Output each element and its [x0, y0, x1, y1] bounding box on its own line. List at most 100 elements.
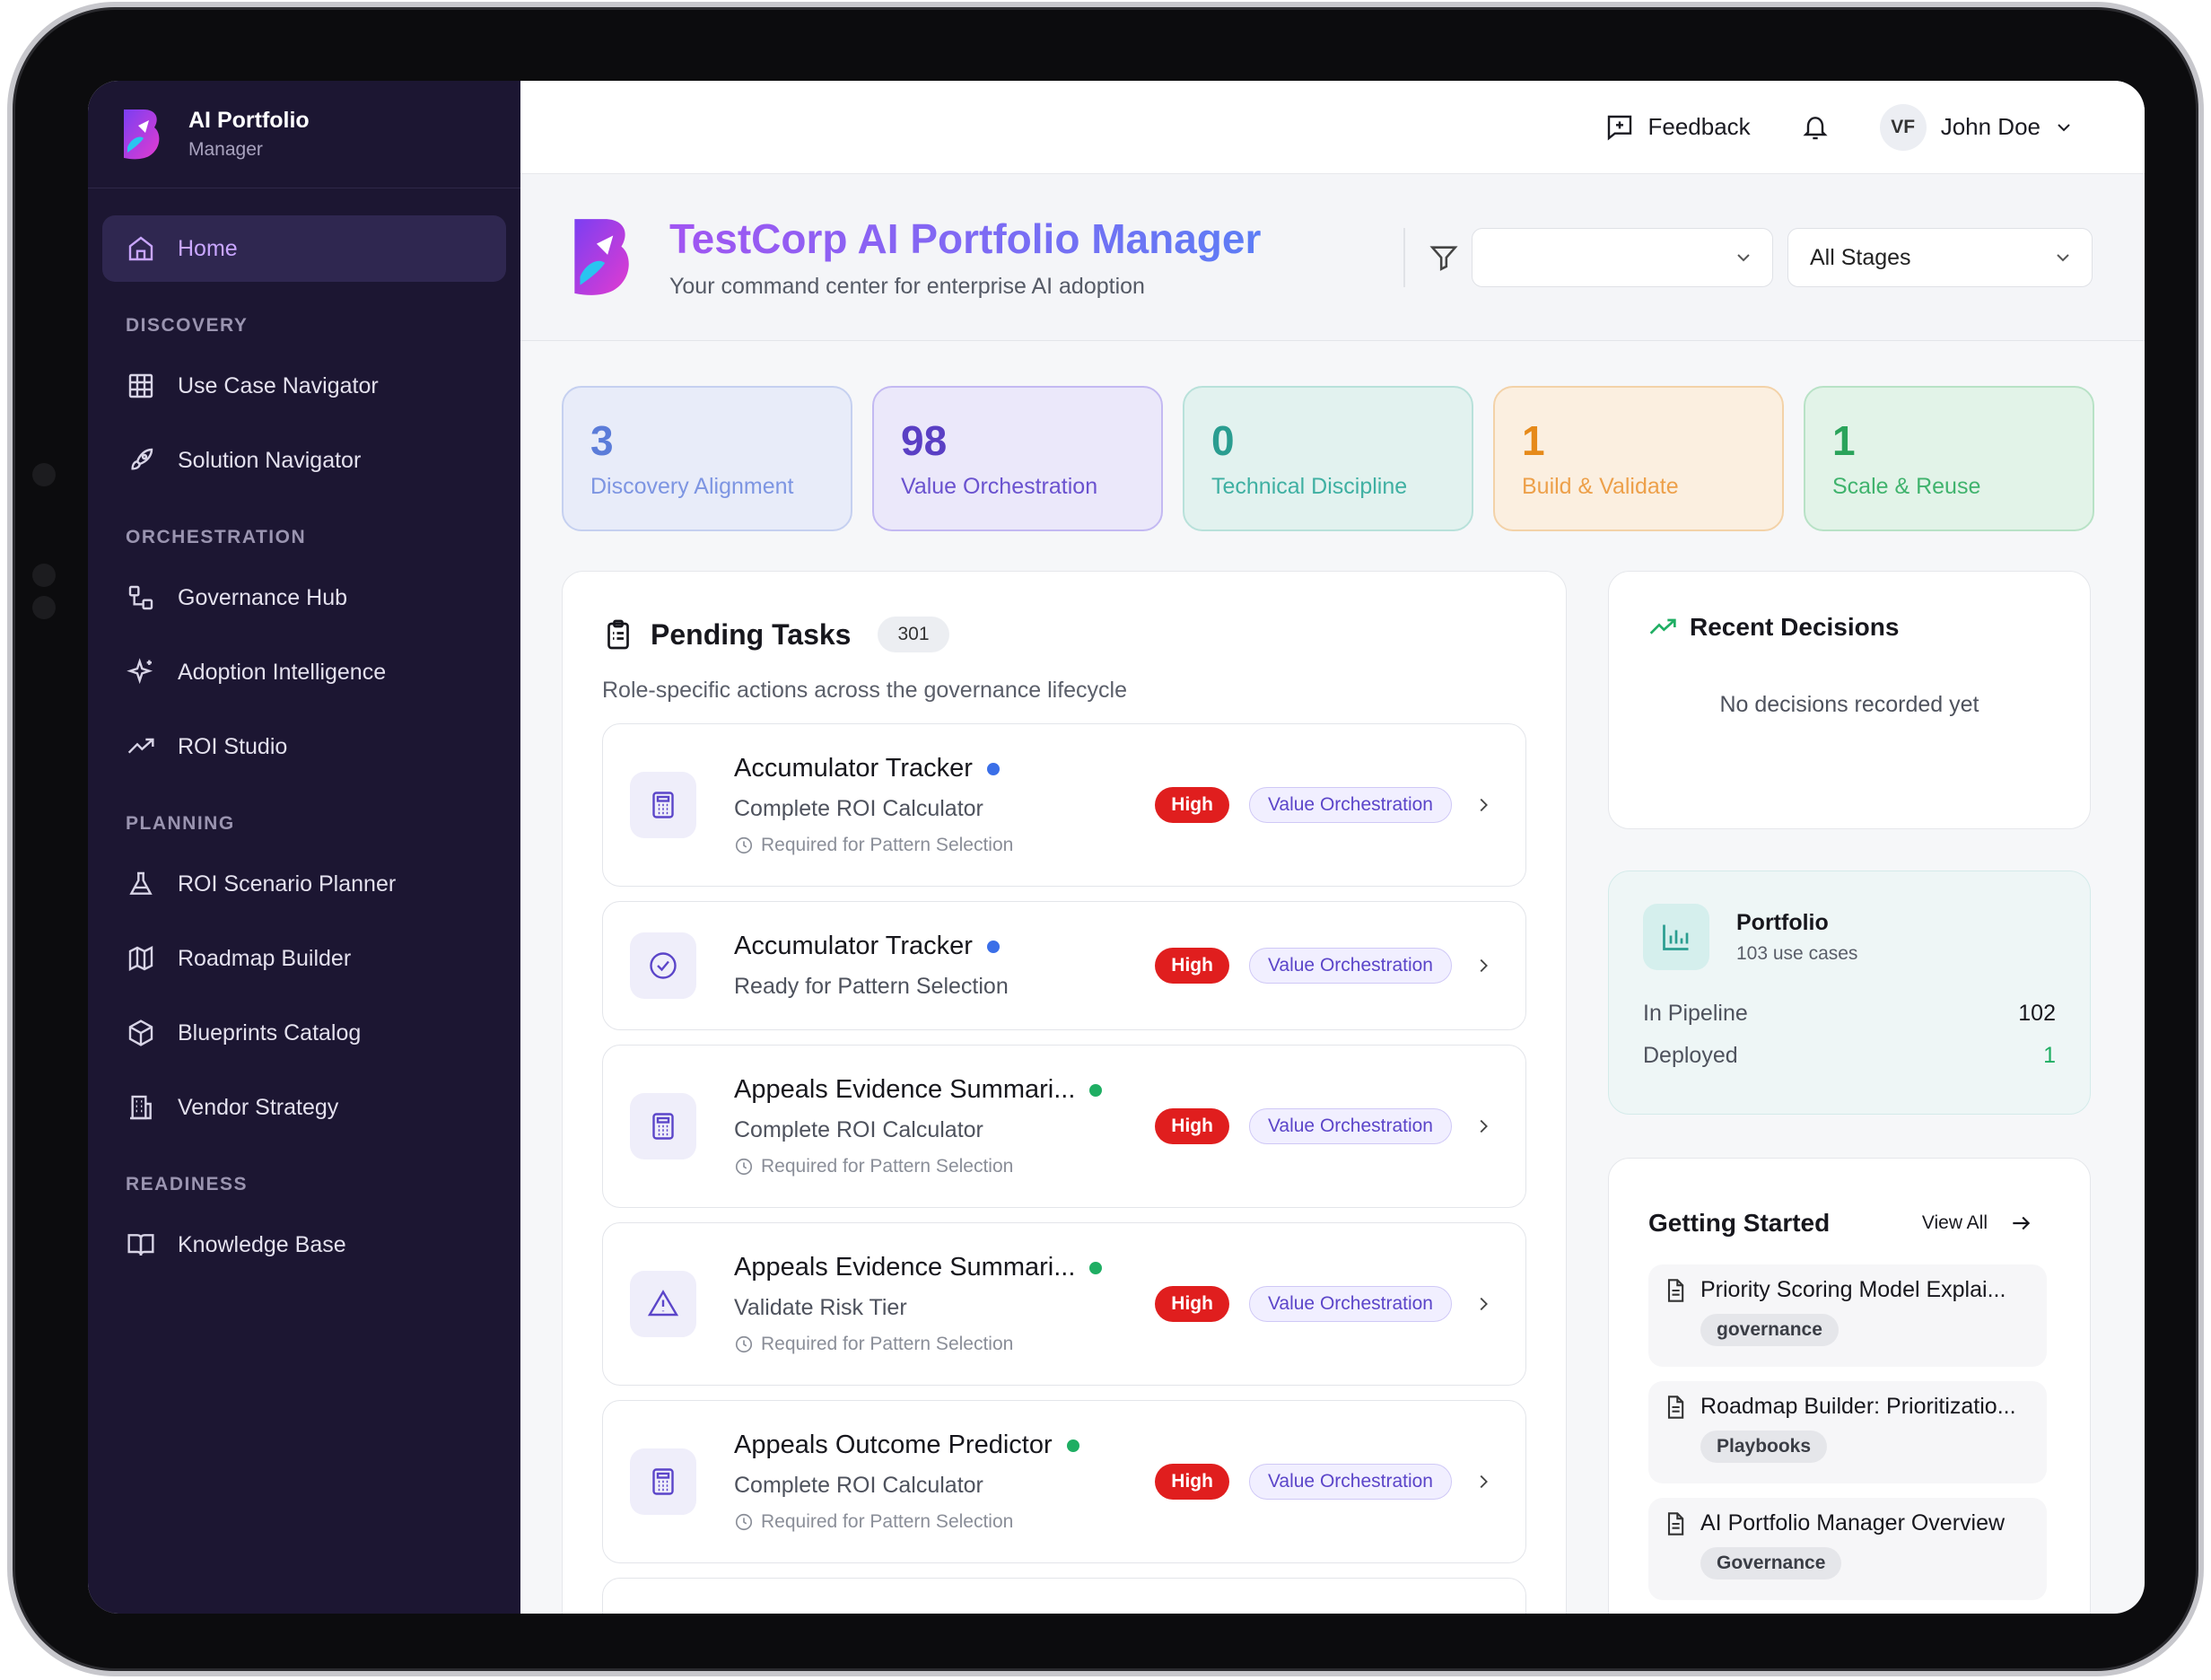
sidebar-item-roadmap-builder[interactable]: Roadmap Builder — [102, 925, 506, 992]
sidebar-item-label: Solution Navigator — [178, 447, 362, 473]
stat-label: Build & Validate — [1522, 474, 1679, 499]
file-text-icon — [1667, 1278, 1684, 1302]
brand-logo-icon — [124, 109, 160, 159]
chevron-right-icon — [1480, 1119, 1488, 1133]
page-title: TestCorp AI Portfolio Manager — [669, 215, 1262, 262]
status-dot — [1066, 1439, 1079, 1452]
status-dot — [1089, 1083, 1103, 1097]
calculator-icon — [630, 1448, 696, 1515]
page-header: TestCorp AI Portfolio Manager Your comma… — [520, 174, 2145, 341]
user-menu[interactable]: VF John Doe — [1879, 103, 2075, 151]
user-name: John Doe — [1940, 113, 2041, 140]
sidebar-item-roi-studio[interactable]: ROI Studio — [102, 713, 506, 780]
sidebar-item-vendor-strategy[interactable]: Vendor Strategy — [102, 1074, 506, 1141]
flask-icon — [126, 869, 156, 899]
sidebar-item-solution-navigator[interactable]: Solution Navigator — [102, 427, 506, 494]
task-name: Accumulator Tracker — [734, 754, 973, 783]
package-icon — [126, 1018, 156, 1048]
section-label-discovery: DISCOVERY — [126, 315, 249, 336]
stage-badge: Value Orchestration — [1248, 787, 1452, 823]
task-requirement: Required for Pattern Selection — [761, 1511, 1014, 1532]
sparkles-icon — [126, 657, 156, 687]
main-content: Feedback VF John Doe TestCorp AI Portfol… — [520, 81, 2145, 1614]
sidebar-item-label: Roadmap Builder — [178, 945, 352, 971]
sidebar-item-roi-scenario-planner[interactable]: ROI Scenario Planner — [102, 851, 506, 917]
deployed-label: Deployed — [1643, 1043, 1738, 1068]
task-step: Complete ROI Calculator — [734, 796, 983, 821]
stage-select-value: All Stages — [1810, 244, 1911, 270]
topbar: Feedback VF John Doe — [520, 81, 2145, 174]
sidebar-item-blueprints-catalog[interactable]: Blueprints Catalog — [102, 1000, 506, 1066]
task-requirement: Required for Pattern Selection — [761, 835, 1014, 855]
doc-item[interactable]: AI Portfolio Manager Overview Governance — [1648, 1498, 2047, 1600]
task-row[interactable]: Appeals Evidence Summari... Complete ROI… — [602, 1045, 1526, 1208]
stat-card-technical-discipline[interactable]: 0 Technical Discipline — [1183, 386, 1473, 531]
sidebar-nav: Home DISCOVERY Use Case Navigator Soluti… — [88, 188, 520, 1278]
clock-icon — [735, 1513, 753, 1531]
sidebar-item-home[interactable]: Home — [102, 215, 506, 282]
stat-value: 0 — [1211, 417, 1235, 464]
task-name: Appeals Evidence Summari... — [734, 1253, 1076, 1282]
stage-select[interactable]: All Stages — [1787, 228, 2093, 287]
stage-badge: Value Orchestration — [1248, 1286, 1452, 1322]
sidebar: AI Portfolio Manager Home DISCOVERY Use … — [88, 81, 520, 1614]
clock-icon — [735, 1335, 753, 1353]
sidebar-item-label: Use Case Navigator — [178, 372, 379, 398]
task-step: Complete ROI Calculator — [734, 1473, 983, 1498]
task-name: Accumulator Tracker — [734, 932, 973, 960]
portfolio-title: Portfolio — [1736, 909, 1829, 935]
check-circle-icon — [630, 932, 696, 999]
sidebar-item-use-case-navigator[interactable]: Use Case Navigator — [102, 353, 506, 419]
camera-dot — [32, 564, 56, 587]
sidebar-item-label: Adoption Intelligence — [178, 659, 387, 685]
feedback-button[interactable]: Feedback — [1605, 113, 1751, 142]
rocket-icon — [126, 445, 156, 476]
stage-stats: 3 Discovery Alignment 98 Value Orchestra… — [562, 386, 2094, 531]
task-row[interactable]: Appeals Evidence Summari... Validate Ris… — [602, 1222, 1526, 1386]
stage-badge: Value Orchestration — [1248, 1108, 1452, 1144]
section-label-planning: PLANNING — [126, 813, 235, 834]
priority-badge: High — [1155, 1108, 1229, 1144]
stat-card-scale-reuse[interactable]: 1 Scale & Reuse — [1804, 386, 2094, 531]
filter-bar: All Stages — [1403, 228, 2093, 287]
doc-title: AI Portfolio Manager Overview — [1700, 1510, 2006, 1536]
task-name: Appeals Evidence Summari... — [734, 1075, 1076, 1104]
task-row[interactable]: Accumulator Tracker Ready for Pattern Se… — [602, 901, 1526, 1030]
clock-icon — [735, 1158, 753, 1176]
notifications-button[interactable] — [1801, 113, 1830, 142]
priority-badge: High — [1155, 1286, 1229, 1322]
section-subtitle: Role-specific actions across the governa… — [602, 678, 1127, 703]
grid-icon — [126, 371, 156, 401]
task-row[interactable]: Accumulator Tracker Complete ROI Calcula… — [602, 723, 1526, 887]
sidebar-item-adoption-intelligence[interactable]: Adoption Intelligence — [102, 639, 506, 705]
task-row[interactable] — [602, 1578, 1526, 1614]
brand[interactable]: AI Portfolio Manager — [88, 81, 520, 188]
file-text-icon — [1667, 1511, 1684, 1536]
filter-select-1[interactable] — [1472, 228, 1773, 287]
stat-card-value-orchestration[interactable]: 98 Value Orchestration — [872, 386, 1163, 531]
camera-dot — [32, 596, 56, 619]
task-row[interactable]: Appeals Outcome Predictor Complete ROI C… — [602, 1400, 1526, 1563]
chevron-right-icon — [1480, 798, 1488, 812]
stat-card-discovery-alignment[interactable]: 3 Discovery Alignment — [562, 386, 852, 531]
doc-tag: Playbooks — [1700, 1431, 1828, 1463]
sidebar-item-label: Home — [178, 235, 238, 261]
sidebar-item-label: ROI Scenario Planner — [178, 871, 397, 897]
stat-value: 3 — [590, 417, 614, 464]
pipeline-value: 102 — [2018, 1001, 2056, 1026]
stat-value: 1 — [1832, 417, 1856, 464]
doc-item[interactable]: Priority Scoring Model Explai... governa… — [1648, 1264, 2047, 1367]
sidebar-item-label: ROI Studio — [178, 733, 288, 759]
view-all-link[interactable]: View All — [1922, 1212, 2032, 1235]
portfolio-summary-panel: Portfolio 103 use cases In Pipeline 102 … — [1608, 871, 2091, 1115]
chevron-down-icon — [1737, 254, 1750, 262]
stat-label: Scale & Reuse — [1832, 474, 1981, 499]
doc-item[interactable]: Roadmap Builder: Prioritizatio... Playbo… — [1648, 1381, 2047, 1483]
trending-up-icon — [126, 731, 156, 762]
calculator-icon — [630, 1093, 696, 1159]
stat-card-build-validate[interactable]: 1 Build & Validate — [1493, 386, 1784, 531]
sidebar-item-knowledge-base[interactable]: Knowledge Base — [102, 1212, 506, 1278]
brand-name: AI Portfolio — [188, 108, 310, 133]
stat-value: 98 — [901, 417, 948, 464]
sidebar-item-governance-hub[interactable]: Governance Hub — [102, 564, 506, 631]
